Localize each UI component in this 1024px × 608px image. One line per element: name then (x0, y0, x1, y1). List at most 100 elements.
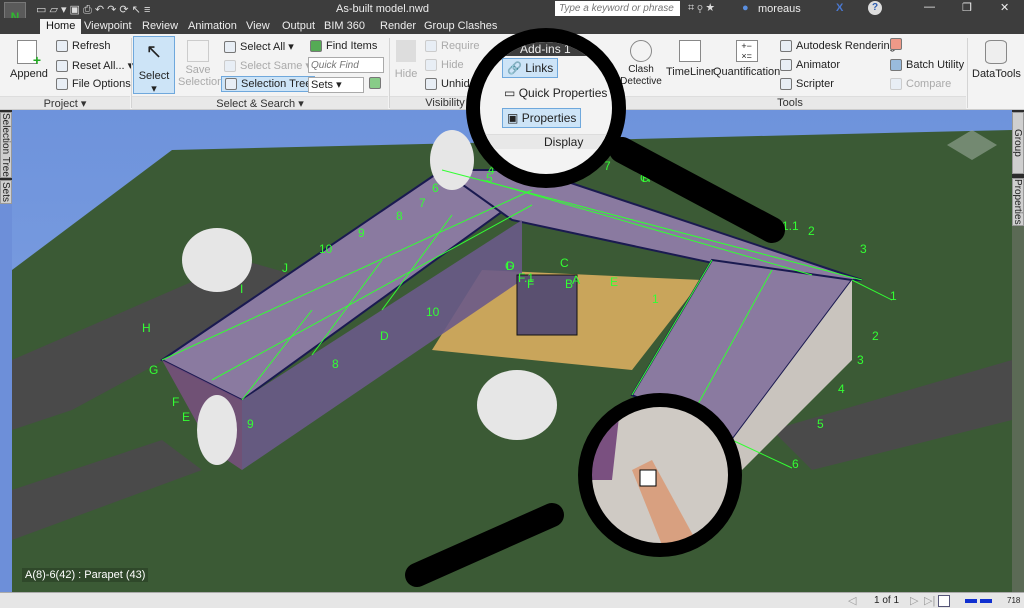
clash-marker-icon (639, 469, 657, 487)
hover-tooltip: A(8)-6(42) : Parapet (43) (22, 568, 149, 582)
grid-label: 10 (426, 305, 440, 319)
tab-output[interactable]: Output (276, 19, 321, 34)
refresh-button[interactable]: Refresh (56, 40, 111, 53)
rendering-icon (780, 40, 792, 53)
links-button[interactable]: 🔗 Links (502, 58, 559, 78)
save-selection-button[interactable]: Save Selection (178, 40, 223, 88)
require-icon (425, 40, 437, 53)
grid-label: E (610, 275, 618, 289)
quick-properties-icon: ▭ (504, 86, 516, 100)
unhide-icon (425, 78, 437, 91)
tab-view[interactable]: View (240, 19, 276, 34)
grid-label: 5 (486, 171, 493, 185)
batch-utility-icon (890, 59, 902, 72)
grid-label: C (560, 256, 569, 270)
append-icon: + (17, 40, 41, 68)
right-dock-tab-group-clashes[interactable]: Group Clashes (1001, 112, 1024, 174)
clash-detective-button[interactable]: Clash Detective (618, 40, 664, 88)
user-name[interactable]: moreaus (758, 3, 801, 15)
tab-bim-360[interactable]: BIM 360 (318, 19, 371, 34)
datatools-button[interactable]: DataTools (972, 40, 1021, 80)
appearance-profiler-icon (890, 38, 902, 51)
hide-button[interactable]: Hide (394, 40, 418, 80)
grid-label: 5 (817, 417, 824, 431)
grid-label: J (282, 261, 288, 275)
tab-review[interactable]: Review (136, 19, 184, 34)
quick-properties-button[interactable]: ▭ Quick Properties (504, 86, 607, 100)
left-dock-tab-selection-tree[interactable]: Selection Tree (0, 112, 12, 178)
datatools-icon (985, 40, 1008, 64)
right-dock-tab-properties[interactable]: Properties (1012, 178, 1024, 226)
last-page-button[interactable]: ▷| (924, 594, 935, 607)
scripter-button[interactable]: Scripter (780, 78, 834, 91)
sheet-browser-icon[interactable] (938, 595, 950, 607)
minimize-button[interactable]: — (924, 1, 935, 13)
user-icon: ● (742, 2, 749, 14)
tab-home[interactable]: Home (40, 19, 82, 34)
quick-access-toolbar[interactable]: ▭ ▱ ▾ ▣ ⎙ ↶ ↷ ⟳ ↖ ≡ (36, 3, 150, 17)
require-button[interactable]: Require (425, 40, 480, 53)
magnifier-top-lens: Add-ins 1 🔗 Links ▭ Quick Properties ▣ P… (466, 28, 626, 188)
reset-all-button[interactable]: Reset All... ▾ (56, 59, 133, 73)
grid-label: 10 (319, 242, 333, 256)
tools-panel-label: Tools (614, 96, 966, 109)
grid-label: 8 (332, 357, 339, 371)
tab-render[interactable]: Render (374, 19, 422, 34)
tab-animation[interactable]: Animation (182, 19, 243, 34)
save-selection-icon (187, 40, 209, 62)
hide-unselected-button[interactable]: Hide (425, 59, 464, 72)
window-title: As-built model.nwd (336, 3, 429, 15)
tab-group-clashes[interactable]: Group Clashes (418, 19, 503, 34)
display-panel-label: Display (480, 134, 612, 149)
timeliner-button[interactable]: TimeLiner (666, 40, 715, 78)
quick-find-input[interactable] (308, 57, 384, 73)
reset-icon (56, 60, 68, 73)
grid-label: 9 (358, 226, 365, 240)
prev-page-button[interactable]: ◁ (848, 594, 856, 607)
select-all-button[interactable]: Select All ▾ (224, 40, 294, 54)
compare-button[interactable]: Compare (890, 78, 951, 91)
search-input[interactable] (555, 1, 680, 16)
find-items-button[interactable]: Find Items (310, 40, 377, 53)
selection-tree-button[interactable]: Selection Tree (221, 76, 316, 93)
tab-viewpoint[interactable]: Viewpoint (78, 19, 138, 34)
select-same-button[interactable]: Select Same ▾ (224, 59, 311, 73)
grid-label: 8 (396, 209, 403, 223)
page-indicator: 1 of 1 (874, 595, 900, 606)
properties-button[interactable]: ▣ Properties (502, 108, 582, 128)
close-button[interactable]: ✕ (1000, 1, 1009, 14)
grid-label: 6 (432, 181, 439, 195)
memory-usage: 718 (1007, 596, 1021, 605)
links-icon: 🔗 (507, 61, 522, 75)
file-options-icon (56, 78, 68, 91)
restore-button[interactable]: ❐ (962, 1, 972, 14)
exchange-icon[interactable]: X (836, 2, 843, 14)
infocenter-icons[interactable]: ⌗ ⚲ ★ (688, 2, 715, 15)
quantification-icon: +− ×= (735, 40, 758, 62)
grid-label: A (572, 273, 580, 287)
grid-label: 7 (419, 196, 426, 210)
append-button[interactable]: + Append (10, 40, 48, 80)
select-same-icon (224, 60, 236, 73)
addins-tab[interactable]: Add-ins 1 (480, 42, 612, 56)
quantification-button[interactable]: +− ×= Quantification (713, 40, 780, 78)
grid-label: 2 (808, 224, 815, 238)
sets-dropdown[interactable]: Sets ▾ (308, 77, 364, 93)
select-button[interactable]: ↖ Select ▾ (133, 36, 175, 95)
appearance-profiler-button[interactable] (890, 38, 906, 51)
animator-button[interactable]: Animator (780, 59, 840, 72)
project-panel-label[interactable]: Project ▾ (0, 96, 130, 110)
performance-indicators (965, 599, 1005, 603)
left-dock-tab-sets[interactable]: Sets (0, 180, 12, 204)
help-icon[interactable]: ? (868, 1, 882, 15)
3d-viewport[interactable]: 1 2 3 4 5 6 7 8 9 10 J I H G F E D C B A 1 1.1 2 3 4 5 6 G F.1 F E D 8 9 1… (12, 110, 1012, 592)
file-options-button[interactable]: File Options (56, 78, 131, 91)
autodesk-rendering-button[interactable]: Autodesk Rendering (780, 40, 896, 53)
compare-icon (890, 78, 902, 91)
batch-utility-button[interactable]: Batch Utility (890, 59, 964, 72)
manage-sets-button[interactable] (369, 77, 385, 90)
title-bar: N ▭ ▱ ▾ ▣ ⎙ ↶ ↷ ⟳ ↖ ≡ As-built model.nwd… (0, 0, 1024, 32)
select-search-panel-label[interactable]: Select & Search ▾ (132, 96, 388, 110)
grid-label: G (505, 259, 514, 273)
next-page-button[interactable]: ▷ (910, 594, 918, 607)
